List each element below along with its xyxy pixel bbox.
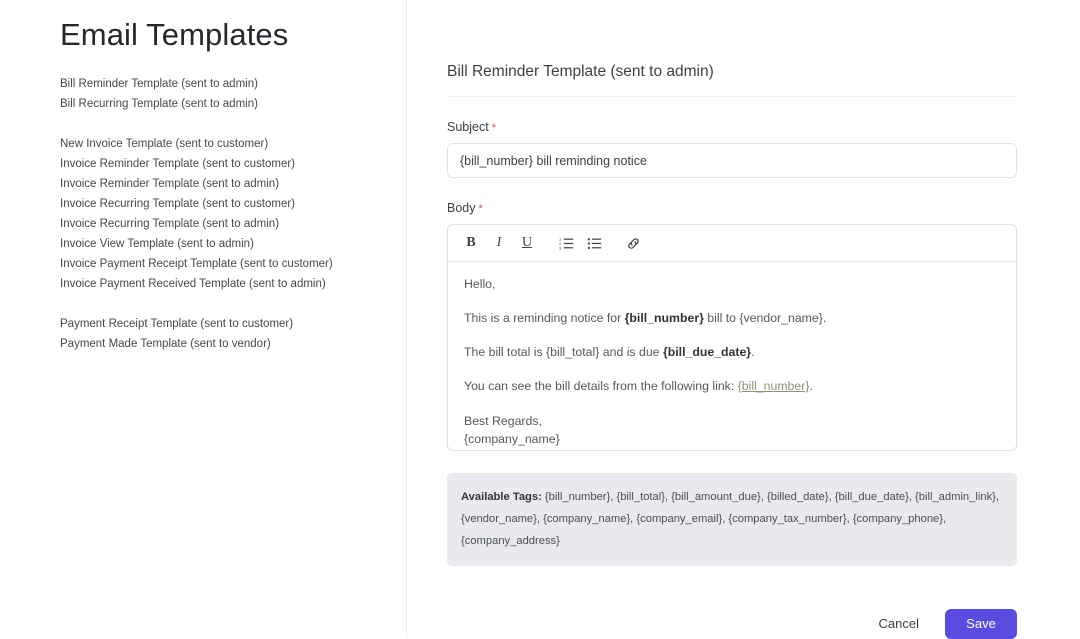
- body-signoff: Best Regards, {company_name}: [464, 412, 1000, 448]
- body-line-link: You can see the bill details from the fo…: [464, 378, 1000, 395]
- body-line-notice: This is a reminding notice for {bill_num…: [464, 310, 1000, 327]
- template-group-payment: Payment Receipt Template (sent to custom…: [60, 314, 390, 354]
- template-list-sidebar: Bill Reminder Template (sent to admin) B…: [60, 74, 390, 354]
- body-line-total-pre: The bill total is {bill_total} and is du…: [464, 345, 663, 359]
- body-required-marker: *: [479, 203, 483, 215]
- panel-title: Bill Reminder Template (sent to admin): [447, 62, 1017, 97]
- sidebar-item-new-invoice-customer[interactable]: New Invoice Template (sent to customer): [60, 134, 390, 154]
- vertical-divider: [406, 0, 407, 638]
- editor-toolbar: B I U 1 2 3: [448, 225, 1016, 262]
- sidebar-item-invoice-payment-receipt-customer[interactable]: Invoice Payment Receipt Template (sent t…: [60, 254, 390, 274]
- ordered-list-icon[interactable]: 1 2 3: [553, 230, 579, 256]
- body-line-total-post: .: [751, 345, 754, 359]
- subject-label: Subject*: [447, 119, 1017, 135]
- sidebar-item-bill-recurring-admin[interactable]: Bill Recurring Template (sent to admin): [60, 94, 390, 114]
- cancel-button[interactable]: Cancel: [875, 608, 923, 639]
- sidebar-item-invoice-reminder-customer[interactable]: Invoice Reminder Template (sent to custo…: [60, 154, 390, 174]
- template-group-bill: Bill Reminder Template (sent to admin) B…: [60, 74, 390, 114]
- available-tags-line-1: {bill_number}, {bill_total}, {bill_amoun…: [542, 491, 999, 503]
- sidebar-item-invoice-payment-received-admin[interactable]: Invoice Payment Received Template (sent …: [60, 274, 390, 294]
- body-line-greeting: Hello,: [464, 276, 1000, 293]
- sidebar-item-payment-made-vendor[interactable]: Payment Made Template (sent to vendor): [60, 334, 390, 354]
- template-group-invoice: New Invoice Template (sent to customer) …: [60, 134, 390, 294]
- body-signoff-text: Best Regards,: [464, 414, 542, 428]
- subject-input[interactable]: [447, 143, 1017, 178]
- save-button[interactable]: Save: [945, 609, 1017, 639]
- sidebar-item-payment-receipt-customer[interactable]: Payment Receipt Template (sent to custom…: [60, 314, 390, 334]
- available-tags-box: Available Tags: {bill_number}, {bill_tot…: [447, 473, 1017, 566]
- body-signoff-company: {company_name}: [464, 432, 560, 446]
- available-tags-label: Available Tags:: [461, 491, 542, 503]
- underline-icon[interactable]: U: [514, 230, 540, 256]
- subject-label-text: Subject: [447, 120, 489, 134]
- unordered-list-icon[interactable]: [581, 230, 607, 256]
- body-line-notice-pre: This is a reminding notice for: [464, 311, 625, 325]
- body-line-notice-post: bill to {vendor_name}.: [704, 311, 826, 325]
- subject-required-marker: *: [492, 122, 496, 134]
- available-tags-line-2: {vendor_name}, {company_name}, {company_…: [461, 513, 946, 547]
- body-line-link-post: .: [809, 379, 812, 393]
- body-label: Body*: [447, 200, 1017, 216]
- page-title: Email Templates: [60, 14, 288, 56]
- body-line-link-pre: You can see the bill details from the fo…: [464, 379, 738, 393]
- body-line-total: The bill total is {bill_total} and is du…: [464, 344, 1000, 361]
- tag-bill-number-bold: {bill_number}: [625, 311, 704, 325]
- template-editor-panel: Bill Reminder Template (sent to admin) S…: [447, 62, 1017, 639]
- sidebar-item-bill-reminder-admin[interactable]: Bill Reminder Template (sent to admin): [60, 74, 390, 94]
- link-icon[interactable]: [620, 230, 646, 256]
- sidebar-item-invoice-reminder-admin[interactable]: Invoice Reminder Template (sent to admin…: [60, 174, 390, 194]
- bill-details-link[interactable]: {bill_number}: [738, 379, 810, 393]
- sidebar-item-invoice-recurring-admin[interactable]: Invoice Recurring Template (sent to admi…: [60, 214, 390, 234]
- email-templates-page: Email Templates Bill Reminder Template (…: [0, 0, 1080, 638]
- bold-icon[interactable]: B: [458, 230, 484, 256]
- italic-icon[interactable]: I: [486, 230, 512, 256]
- editor-content[interactable]: Hello, This is a reminding notice for {b…: [448, 262, 1016, 450]
- body-label-text: Body: [447, 201, 476, 215]
- tag-bill-due-date-bold: {bill_due_date}: [663, 345, 751, 359]
- svg-text:3: 3: [559, 245, 562, 250]
- form-actions: Cancel Save: [447, 608, 1017, 639]
- sidebar-item-invoice-view-admin[interactable]: Invoice View Template (sent to admin): [60, 234, 390, 254]
- rich-text-editor: B I U 1 2 3: [447, 224, 1017, 451]
- sidebar-item-invoice-recurring-customer[interactable]: Invoice Recurring Template (sent to cust…: [60, 194, 390, 214]
